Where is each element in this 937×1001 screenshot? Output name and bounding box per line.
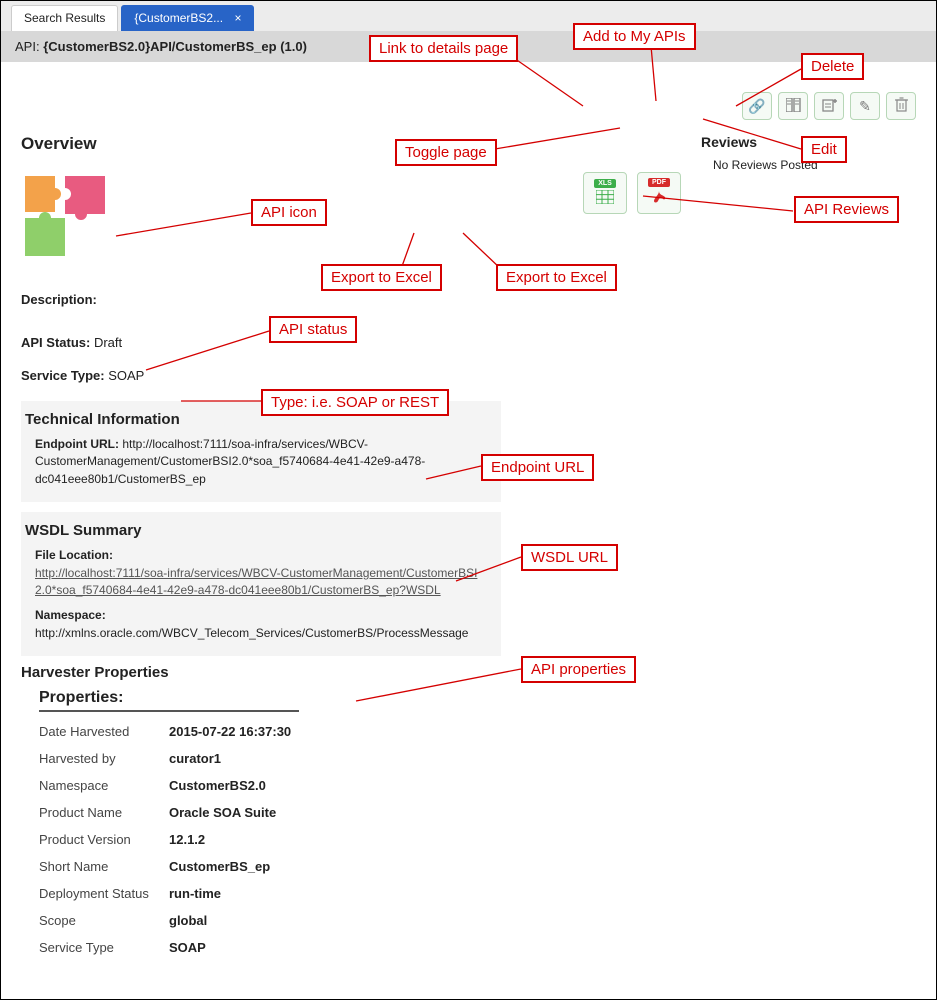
pencil-icon: ✎ [859, 98, 871, 115]
action-toolbar: 🔗 ✎ [742, 92, 916, 120]
tab-label: Search Results [24, 11, 105, 25]
toggle-icon [786, 98, 801, 115]
harvester-section: Harvester Properties Properties: Date Ha… [21, 664, 916, 961]
trash-icon [895, 97, 908, 115]
properties-title: Properties: [39, 689, 299, 712]
edit-button[interactable]: ✎ [850, 92, 880, 120]
callout-add-my-apis: Add to My APIs [573, 23, 696, 50]
export-excel-button[interactable]: XLS [583, 172, 627, 214]
api-title-label: API: [15, 39, 40, 54]
overview-section: Overview XLS [21, 124, 681, 391]
add-my-apis-button[interactable] [814, 92, 844, 120]
properties-table: Date Harvested2015-07-22 16:37:30 Harves… [39, 718, 379, 961]
table-row: Short NameCustomerBS_ep [39, 853, 379, 880]
callout-endpoint-url: Endpoint URL [481, 454, 594, 481]
link-icon: 🔗 [748, 98, 765, 115]
delete-button[interactable] [886, 92, 916, 120]
api-status-label: API Status: [21, 335, 90, 350]
callout-toggle-page: Toggle page [395, 139, 497, 166]
close-icon[interactable]: × [234, 11, 241, 25]
pdf-icon: PDF [648, 178, 670, 187]
file-location-label: File Location: [35, 547, 487, 564]
endpoint-url-label: Endpoint URL: [35, 437, 119, 451]
pdf-glyph-icon [651, 189, 667, 208]
tab-search-results[interactable]: Search Results [11, 5, 118, 31]
technical-info-section: Technical Information Endpoint URL: http… [21, 401, 501, 502]
callout-type: Type: i.e. SOAP or REST [261, 389, 449, 416]
api-status-value: Draft [94, 335, 122, 350]
callout-export-excel-2: Export to Excel [496, 264, 617, 291]
api-icon [21, 172, 111, 262]
callout-api-reviews: API Reviews [794, 196, 899, 223]
xls-icon: XLS [594, 179, 616, 188]
table-row: Deployment Statusrun-time [39, 880, 379, 907]
service-type-label: Service Type: [21, 368, 105, 383]
callout-api-properties: API properties [521, 656, 636, 683]
grid-icon [596, 190, 614, 207]
add-apis-icon [822, 98, 837, 115]
table-row: Service TypeSOAP [39, 934, 379, 961]
export-pdf-button[interactable]: PDF [637, 172, 681, 214]
file-location-link[interactable]: http://localhost:7111/soa-infra/services… [35, 566, 477, 597]
table-row: Harvested bycurator1 [39, 745, 379, 772]
callout-export-excel-1: Export to Excel [321, 264, 442, 291]
table-row: Product NameOracle SOA Suite [39, 799, 379, 826]
api-title-name: {CustomerBS2.0}API/CustomerBS_ep [43, 39, 276, 54]
callout-api-status: API status [269, 316, 357, 343]
wsdl-summary-section: WSDL Summary File Location: http://local… [21, 512, 501, 656]
table-row: Product Version12.1.2 [39, 826, 379, 853]
tab-customer[interactable]: {CustomerBS2... × [121, 5, 254, 31]
table-row: NamespaceCustomerBS2.0 [39, 772, 379, 799]
callout-delete: Delete [801, 53, 864, 80]
link-details-button[interactable]: 🔗 [742, 92, 772, 120]
table-row: Scopeglobal [39, 907, 379, 934]
tab-strip: Search Results {CustomerBS2... × [1, 1, 936, 31]
api-title-version: (1.0) [280, 39, 307, 54]
table-row: Date Harvested2015-07-22 16:37:30 [39, 718, 379, 745]
namespace-value: http://xmlns.oracle.com/WBCV_Telecom_Ser… [35, 626, 468, 640]
tab-label: {CustomerBS2... [134, 11, 223, 25]
callout-edit: Edit [801, 136, 847, 163]
overview-heading: Overview [21, 134, 681, 154]
callout-link-details: Link to details page [369, 35, 518, 62]
wsdl-heading: WSDL Summary [25, 522, 487, 539]
toggle-page-button[interactable] [778, 92, 808, 120]
harvester-heading: Harvester Properties [21, 664, 916, 681]
callout-wsdl-url: WSDL URL [521, 544, 618, 571]
callout-api-icon: API icon [251, 199, 327, 226]
description-label: Description: [21, 292, 97, 307]
namespace-label: Namespace: [35, 607, 487, 624]
service-type-value: SOAP [108, 368, 144, 383]
